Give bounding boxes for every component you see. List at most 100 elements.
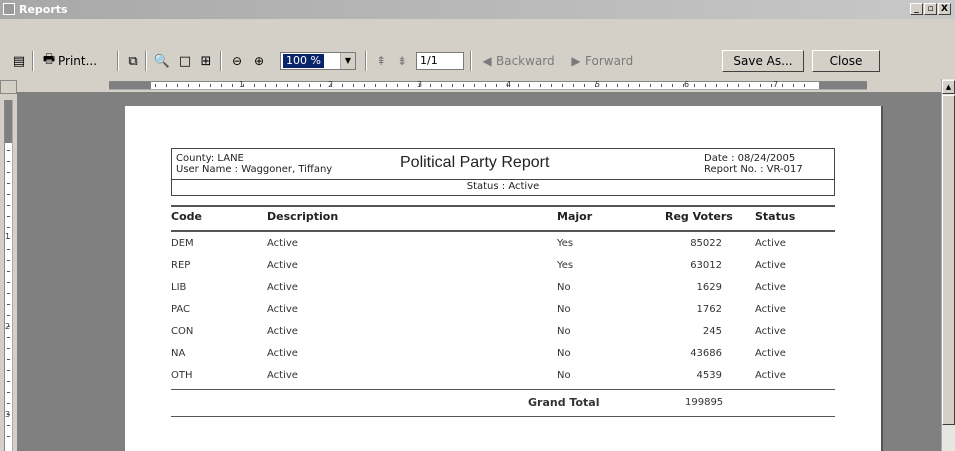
zoom-out-icon[interactable]: ⊖	[228, 51, 246, 71]
ruler-tick	[320, 84, 321, 87]
page-input[interactable]: 1/1	[416, 52, 464, 70]
close-button[interactable]: Close	[812, 50, 880, 72]
zoom-select[interactable]: 100 % ▼	[280, 52, 356, 70]
find-icon[interactable]: 🔍	[153, 51, 171, 71]
cell-code: CON	[171, 326, 194, 337]
ruler-tick	[529, 84, 530, 87]
cell-status: Active	[755, 370, 786, 381]
cell-reg-voters: 85022	[690, 238, 722, 249]
cell-code: DEM	[171, 238, 194, 249]
date-text: Date : 08/24/2005	[704, 153, 796, 164]
ruler-tick	[705, 84, 706, 87]
first-page-icon[interactable]: ⇞	[372, 51, 390, 71]
report-header-box: County: LANE User Name : Waggoner, Tiffa…	[171, 148, 835, 180]
window-title: Reports	[19, 3, 68, 16]
ruler-tick	[7, 150, 10, 151]
ruler-label: 6	[684, 80, 690, 89]
cell-code: OTH	[171, 370, 193, 381]
cell-code: PAC	[171, 304, 191, 315]
ruler-tick	[804, 84, 805, 87]
ruler-tick	[7, 403, 10, 404]
ruler-tick	[7, 414, 10, 415]
close-window-button[interactable]: X	[938, 3, 951, 15]
ruler-corner	[0, 80, 17, 94]
horizontal-ruler: 1 2 3 4 5 6 7	[109, 80, 867, 90]
ruler-tick	[683, 84, 684, 87]
forward-button[interactable]: ▶ Forward	[567, 51, 633, 71]
ruler-tick	[210, 84, 211, 87]
status-text: Status : Active	[466, 181, 540, 192]
report-title: Political Party Report	[400, 154, 550, 171]
ruler-tick	[166, 84, 167, 87]
ruler-tick	[749, 84, 750, 87]
ruler-tick	[551, 84, 552, 87]
ruler-tick	[221, 84, 222, 87]
table-header-rule	[171, 230, 835, 232]
ruler-tick	[386, 84, 387, 87]
cell-code: REP	[171, 260, 191, 271]
scroll-thumb[interactable]	[942, 95, 955, 425]
ruler-tick	[540, 84, 541, 87]
ruler-tick	[7, 227, 10, 228]
toolbar-separator	[145, 51, 147, 71]
ruler-tick	[661, 84, 662, 87]
ruler-tick	[727, 84, 728, 87]
maximize-button[interactable]: ▫	[924, 3, 937, 15]
ruler-tick	[606, 84, 607, 87]
printer-icon: 🖶	[42, 52, 56, 67]
cell-description: Active	[267, 348, 298, 359]
cell-description: Active	[267, 370, 298, 381]
report-page: County: LANE User Name : Waggoner, Tiffa…	[125, 106, 883, 451]
save-as-button[interactable]: Save As...	[722, 50, 804, 72]
cell-reg-voters: 63012	[690, 260, 722, 271]
vertical-ruler: 1 2 3	[4, 100, 13, 451]
ruler-tick	[771, 84, 772, 87]
ruler-tick	[7, 392, 10, 393]
ruler-tick	[7, 183, 10, 184]
cell-reg-voters: 1762	[696, 304, 722, 315]
toolbar: ▤ 🖶 Print... ⧉ 🔍 □ ⊞ ⊖ ⊕ 100 % ▼ ⇞ ⇟ 1/1…	[0, 41, 955, 79]
scroll-up-icon[interactable]: ▲	[942, 80, 955, 94]
grand-total-label: Grand Total	[528, 396, 600, 409]
ruler-tick	[419, 84, 420, 87]
ruler-tick	[7, 260, 10, 261]
single-page-icon[interactable]: □	[176, 51, 194, 71]
ruler-tick	[430, 84, 431, 87]
cell-major: No	[557, 370, 571, 381]
ruler-tick	[7, 348, 10, 349]
print-button[interactable]: 🖶 Print...	[40, 51, 97, 71]
cell-description: Active	[267, 238, 298, 249]
zoom-value: 100 %	[283, 54, 324, 68]
vertical-scrollbar[interactable]: ▲	[941, 79, 955, 451]
ruler-tick	[232, 84, 233, 87]
ruler-tick	[265, 84, 266, 87]
ruler-tick	[342, 84, 343, 87]
cell-status: Active	[755, 348, 786, 359]
preview-canvas[interactable]: County: LANE User Name : Waggoner, Tiffa…	[17, 92, 941, 451]
col-header-major: Major	[557, 210, 593, 223]
ruler-tick	[628, 84, 629, 87]
toggle-tree-icon[interactable]: ▤	[10, 51, 28, 71]
ruler-tick	[7, 172, 10, 173]
ruler-tick	[309, 84, 310, 87]
ruler-tick	[331, 84, 332, 87]
copy-icon[interactable]: ⧉	[124, 51, 142, 71]
chevron-down-icon[interactable]: ▼	[340, 53, 355, 69]
cell-reg-voters: 43686	[690, 348, 722, 359]
last-page-icon[interactable]: ⇟	[393, 51, 411, 71]
ruler-tick	[793, 84, 794, 87]
ruler-tick	[782, 84, 783, 87]
col-header-reg-voters: Reg Voters	[665, 210, 733, 223]
minimize-button[interactable]: _	[910, 3, 923, 15]
zoom-in-icon[interactable]: ⊕	[250, 51, 268, 71]
ruler-right-margin	[819, 82, 867, 89]
ruler-tick	[7, 381, 10, 382]
toolbar-separator	[32, 51, 34, 71]
multi-page-icon[interactable]: ⊞	[197, 51, 215, 71]
ruler-tick	[7, 271, 10, 272]
backward-button[interactable]: ◀ Backward	[478, 51, 554, 71]
forward-label: Forward	[585, 54, 634, 68]
toolbar-separator	[220, 51, 222, 71]
ruler-tick	[639, 84, 640, 87]
ruler-tick	[595, 84, 596, 87]
